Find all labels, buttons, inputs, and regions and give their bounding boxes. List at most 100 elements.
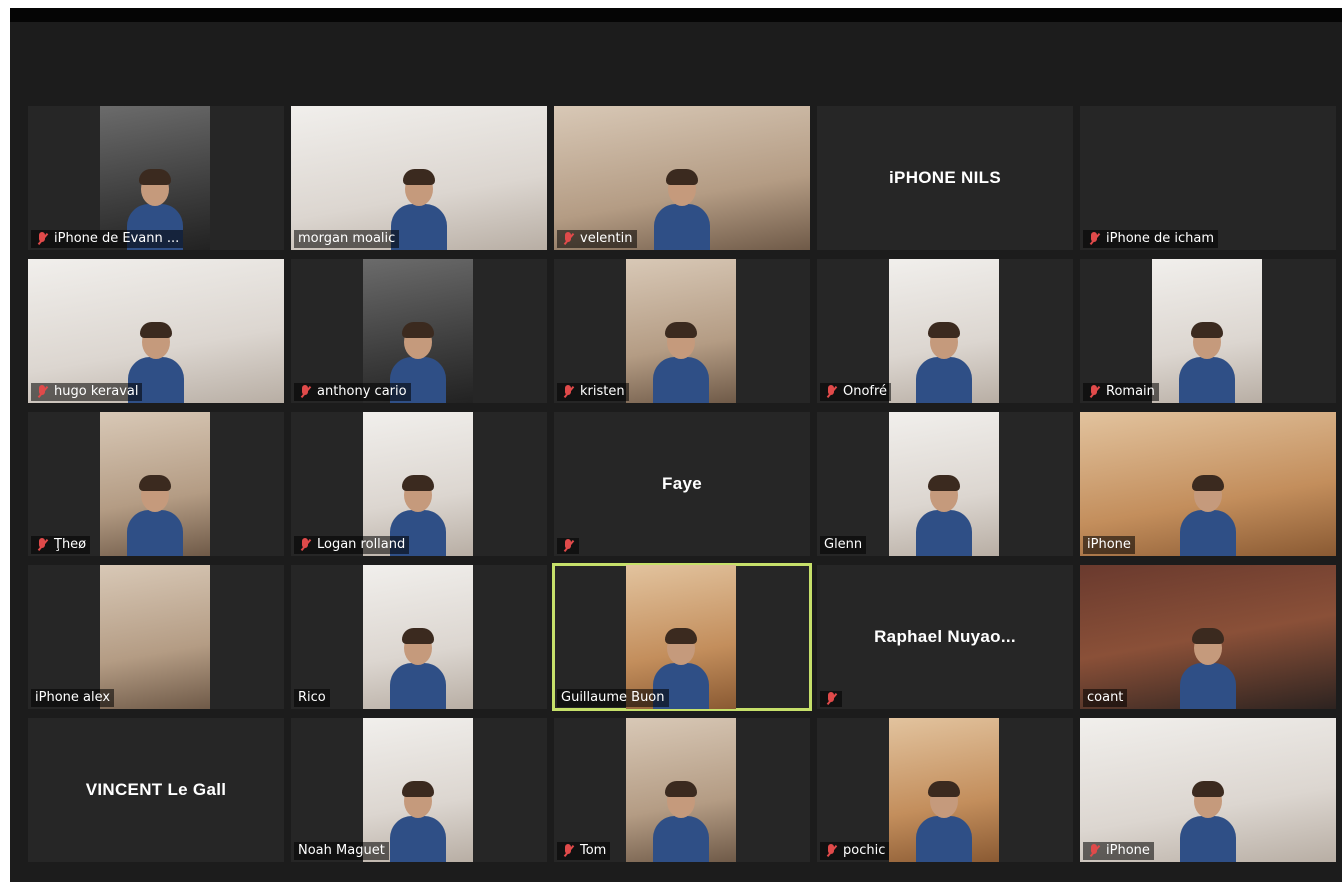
participant-tile[interactable]: Tom <box>554 718 810 862</box>
participant-tile[interactable]: velentin <box>554 106 810 250</box>
participant-figure <box>654 169 710 250</box>
participant-name-label: Noah Maguet <box>294 842 389 860</box>
participant-name: Ţheø <box>54 537 87 552</box>
participant-video <box>363 718 473 862</box>
participant-tile[interactable]: morgan moalic <box>291 106 547 250</box>
participant-name: kristen <box>580 384 625 399</box>
participant-video <box>28 259 284 403</box>
participant-video <box>889 412 999 556</box>
participant-figure <box>916 322 972 403</box>
mic-muted-icon <box>1087 384 1101 400</box>
participant-name: iPhone alex <box>35 690 111 705</box>
participant-name-label <box>820 691 842 707</box>
participant-video <box>554 106 810 250</box>
participant-tile[interactable]: Raphael Nuyao... <box>817 565 1073 709</box>
mic-muted-icon <box>824 843 838 859</box>
top-bar <box>10 8 1342 22</box>
participant-figure <box>1180 475 1236 556</box>
participant-figure <box>916 781 972 862</box>
participant-video <box>291 106 547 250</box>
participant-video <box>889 718 999 862</box>
participant-video <box>1080 718 1336 862</box>
participant-name-label: iPhone de Evann ... <box>31 230 184 248</box>
participant-tile[interactable]: Noah Maguet <box>291 718 547 862</box>
mic-muted-icon <box>298 384 312 400</box>
participant-name-label: Guillaume Buon <box>557 689 669 707</box>
participant-video <box>626 565 736 709</box>
participant-tile[interactable]: pochic <box>817 718 1073 862</box>
participant-tile[interactable]: iPhone <box>1080 412 1336 556</box>
participant-name: Noah Maguet <box>298 843 385 858</box>
participant-name-label <box>557 538 579 554</box>
participant-video <box>889 259 999 403</box>
participant-video <box>363 565 473 709</box>
participant-name-label: morgan moalic <box>294 230 400 248</box>
participant-figure <box>653 781 709 862</box>
participant-name-label: iPhone alex <box>31 689 115 707</box>
participant-tile[interactable]: coant <box>1080 565 1336 709</box>
participant-tile[interactable]: Rico <box>291 565 547 709</box>
participant-video <box>363 412 473 556</box>
participant-video <box>100 106 210 250</box>
participant-video <box>1080 565 1336 709</box>
participant-figure <box>1179 322 1235 403</box>
mic-muted-icon <box>561 231 575 247</box>
mic-muted-icon <box>35 231 49 247</box>
participant-tile[interactable]: Logan rolland <box>291 412 547 556</box>
meeting-window: iPhone de Evann ... morgan moalic velentin… <box>10 8 1342 882</box>
participant-name: Glenn <box>824 537 863 552</box>
participant-tile[interactable]: anthony cario <box>291 259 547 403</box>
mic-muted-icon <box>561 538 575 554</box>
participant-tile[interactable]: iPhone <box>1080 718 1336 862</box>
participant-name-label: Logan rolland <box>294 536 410 554</box>
participant-figure <box>390 781 446 862</box>
participant-figure <box>391 169 447 250</box>
participant-name-label: coant <box>1083 689 1128 707</box>
mic-muted-icon <box>1087 843 1101 859</box>
participant-video <box>100 412 210 556</box>
participant-tile[interactable]: Onofré <box>817 259 1073 403</box>
participant-name: Rico <box>298 690 326 705</box>
participant-name: iPhone de icham <box>1106 231 1215 246</box>
mic-muted-icon <box>561 843 575 859</box>
participant-tile[interactable]: Faye <box>554 412 810 556</box>
participant-tile[interactable]: iPhone de icham <box>1080 106 1336 250</box>
participant-name-label: kristen <box>557 383 629 401</box>
participant-name-label: hugo keraval <box>31 383 143 401</box>
participant-tile[interactable]: VINCENT Le Gall <box>28 718 284 862</box>
participant-tile[interactable]: Ţheø <box>28 412 284 556</box>
participant-tile[interactable]: iPhone de Evann ... <box>28 106 284 250</box>
participant-name-label: anthony cario <box>294 383 411 401</box>
participant-name: iPhone de Evann ... <box>54 231 180 246</box>
participant-display-name: Raphael Nuyao... <box>874 627 1016 646</box>
participant-name: morgan moalic <box>298 231 396 246</box>
participant-video <box>100 565 210 709</box>
participant-tile[interactable]: kristen <box>554 259 810 403</box>
participant-tile[interactable]: Guillaume Buon <box>552 563 812 711</box>
participant-figure <box>916 475 972 556</box>
participant-name: anthony cario <box>317 384 407 399</box>
participant-display-name: iPHONE NILS <box>889 168 1001 187</box>
participant-tile[interactable]: iPhone alex <box>28 565 284 709</box>
participant-tile[interactable]: iPHONE NILS <box>817 106 1073 250</box>
participant-tile[interactable]: Romain <box>1080 259 1336 403</box>
mic-muted-icon <box>561 384 575 400</box>
participant-tile[interactable]: Glenn <box>817 412 1073 556</box>
mic-muted-icon <box>824 384 838 400</box>
participant-name-label: iPhone de icham <box>1083 230 1219 248</box>
participant-name-label: Ţheø <box>31 536 91 554</box>
participant-video <box>1080 412 1336 556</box>
participant-name-label: Onofré <box>820 383 892 401</box>
participant-name: hugo keraval <box>54 384 139 399</box>
participant-tile[interactable]: hugo keraval <box>28 259 284 403</box>
mic-muted-icon <box>1087 231 1101 247</box>
participant-figure <box>653 322 709 403</box>
participant-name: Onofré <box>843 384 888 399</box>
participant-name-label: velentin <box>557 230 637 248</box>
participant-name: Guillaume Buon <box>561 690 665 705</box>
participant-name-label: pochic <box>820 842 890 860</box>
mic-muted-icon <box>298 537 312 553</box>
participant-name-label: Glenn <box>820 536 867 554</box>
participant-figure <box>390 628 446 709</box>
mic-muted-icon <box>824 691 838 707</box>
